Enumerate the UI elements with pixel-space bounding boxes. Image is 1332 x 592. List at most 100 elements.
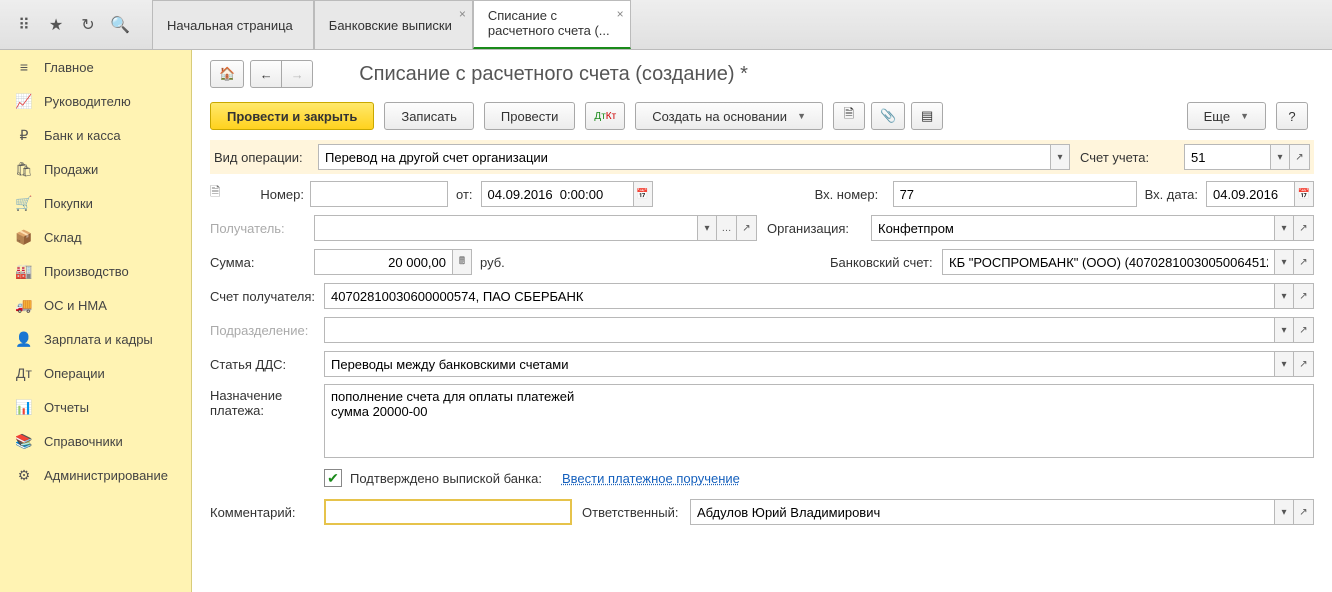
- calendar-icon[interactable]: 📅: [633, 181, 653, 207]
- organization-label: Организация:: [767, 221, 871, 236]
- in-date-input[interactable]: [1206, 181, 1294, 207]
- dropdown-icon[interactable]: ▾: [1050, 144, 1070, 170]
- tab-label: Списание с расчетного счета (...: [488, 9, 610, 39]
- open-icon[interactable]: ↗: [1294, 317, 1314, 343]
- post-and-close-button[interactable]: Провести и закрыть: [210, 102, 374, 130]
- subdivision-label: Подразделение:: [210, 323, 324, 338]
- sidebar-item-production[interactable]: 🏭Производство: [0, 254, 191, 288]
- amount-label: Сумма:: [210, 255, 314, 270]
- sidebar-item-label: Справочники: [44, 434, 123, 449]
- comment-input[interactable]: [324, 499, 572, 525]
- rec-acc-input[interactable]: [324, 283, 1274, 309]
- more-button[interactable]: Еще: [1187, 102, 1266, 130]
- dropdown-icon[interactable]: ▾: [1274, 499, 1294, 525]
- factory-icon: 🏭: [14, 263, 34, 279]
- enter-payment-link[interactable]: Ввести платежное поручение: [562, 471, 740, 486]
- tab-label: Банковские выписки: [329, 18, 452, 33]
- bank-acc-input[interactable]: [942, 249, 1274, 275]
- sidebar-item-bank[interactable]: ₽Банк и касса: [0, 118, 191, 152]
- open-icon[interactable]: ↗: [737, 215, 757, 241]
- close-icon[interactable]: ×: [459, 7, 466, 21]
- sidebar-item-hr[interactable]: 👤Зарплата и кадры: [0, 322, 191, 356]
- account-input[interactable]: [1184, 144, 1270, 170]
- menu-icon: ≡: [14, 59, 34, 75]
- star-icon[interactable]: ★: [44, 13, 68, 37]
- sidebar-item-label: Главное: [44, 60, 94, 75]
- number-input[interactable]: [310, 181, 448, 207]
- recipient-input[interactable]: [314, 215, 697, 241]
- ellipsis-icon[interactable]: …: [717, 215, 737, 241]
- back-button[interactable]: ←: [250, 60, 282, 88]
- dropdown-icon[interactable]: ▾: [1274, 317, 1294, 343]
- subdivision-input[interactable]: [324, 317, 1274, 343]
- calc-icon[interactable]: 🖩: [452, 249, 472, 275]
- sidebar-item-label: Продажи: [44, 162, 98, 177]
- save-button[interactable]: Записать: [384, 102, 474, 130]
- sidebar-item-reports[interactable]: 📊Отчеты: [0, 390, 191, 424]
- open-icon[interactable]: ↗: [1290, 144, 1310, 170]
- forward-button[interactable]: →: [281, 60, 313, 88]
- dropdown-icon[interactable]: ▾: [1270, 144, 1290, 170]
- op-type-input[interactable]: [318, 144, 1050, 170]
- home-button[interactable]: 🏠: [210, 60, 244, 88]
- open-icon[interactable]: ↗: [1294, 351, 1314, 377]
- sidebar-item-label: Операции: [44, 366, 105, 381]
- sidebar: ≡ Главное 📈Руководителю ₽Банк и касса 🛍Пр…: [0, 50, 192, 592]
- cart-icon: 🛒: [14, 195, 34, 211]
- open-icon[interactable]: ↗: [1294, 215, 1314, 241]
- sidebar-item-warehouse[interactable]: 📦 Склад: [0, 220, 191, 254]
- in-number-input[interactable]: [893, 181, 1137, 207]
- purpose-textarea[interactable]: [324, 384, 1314, 458]
- sidebar-item-manager[interactable]: 📈Руководителю: [0, 84, 191, 118]
- history-icon[interactable]: ↻: [76, 13, 100, 37]
- sidebar-item-label: Руководителю: [44, 94, 131, 109]
- sidebar-item-label: Склад: [44, 230, 82, 245]
- dds-label: Статья ДДС:: [210, 357, 324, 372]
- sidebar-item-admin[interactable]: ⚙Администрирование: [0, 458, 191, 492]
- tab-bank-statements[interactable]: Банковские выписки ×: [314, 0, 473, 49]
- topbar: ⠿ ★ ↻ 🔍 Начальная страница Банковские вы…: [0, 0, 1332, 50]
- apps-icon[interactable]: ⠿: [12, 13, 36, 37]
- dds-input[interactable]: [324, 351, 1274, 377]
- confirmed-label: Подтверждено выпиской банка:: [350, 471, 542, 486]
- sidebar-item-assets[interactable]: 🚚ОС и НМА: [0, 288, 191, 322]
- account-label: Счет учета:: [1080, 150, 1184, 165]
- person-icon: 👤: [14, 331, 34, 347]
- dropdown-icon[interactable]: ▾: [1274, 249, 1294, 275]
- dtkt-button[interactable]: ДтКт: [585, 102, 625, 130]
- search-icon[interactable]: 🔍: [108, 13, 132, 37]
- confirmed-checkbox[interactable]: ✔: [324, 469, 342, 487]
- sidebar-item-operations[interactable]: ДтОперации: [0, 356, 191, 390]
- open-icon[interactable]: ↗: [1294, 249, 1314, 275]
- dropdown-icon[interactable]: ▾: [1274, 283, 1294, 309]
- dropdown-icon[interactable]: ▾: [1274, 351, 1294, 377]
- sidebar-item-purchases[interactable]: 🛒Покупки: [0, 186, 191, 220]
- box-icon: 📦: [14, 229, 34, 245]
- responsible-input[interactable]: [690, 499, 1274, 525]
- document-icon: 🗎: [210, 183, 228, 205]
- post-button[interactable]: Провести: [484, 102, 576, 130]
- close-icon[interactable]: ×: [617, 7, 624, 21]
- amount-input[interactable]: [314, 249, 452, 275]
- date-input[interactable]: [481, 181, 633, 207]
- rec-acc-label: Счет получателя:: [210, 289, 324, 304]
- organization-input[interactable]: [871, 215, 1274, 241]
- dropdown-icon[interactable]: ▾: [697, 215, 717, 241]
- help-button[interactable]: ?: [1276, 102, 1308, 130]
- sidebar-item-main[interactable]: ≡ Главное: [0, 50, 191, 84]
- tab-writeoff[interactable]: Списание с расчетного счета (... ×: [473, 0, 631, 49]
- calendar-icon[interactable]: 📅: [1294, 181, 1314, 207]
- list-button[interactable]: ▤: [911, 102, 943, 130]
- bank-acc-label: Банковский счет:: [830, 255, 942, 270]
- recipient-label: Получатель:: [210, 221, 314, 236]
- open-icon[interactable]: ↗: [1294, 499, 1314, 525]
- create-based-on-button[interactable]: Создать на основании: [635, 102, 823, 130]
- open-icon[interactable]: ↗: [1294, 283, 1314, 309]
- sidebar-item-label: ОС и НМА: [44, 298, 107, 313]
- tab-start-page[interactable]: Начальная страница: [152, 0, 314, 49]
- attach-button[interactable]: 📎: [871, 102, 905, 130]
- sidebar-item-catalogs[interactable]: 📚Справочники: [0, 424, 191, 458]
- sidebar-item-sales[interactable]: 🛍Продажи: [0, 152, 191, 186]
- dropdown-icon[interactable]: ▾: [1274, 215, 1294, 241]
- report-button[interactable]: 🗎: [833, 102, 865, 130]
